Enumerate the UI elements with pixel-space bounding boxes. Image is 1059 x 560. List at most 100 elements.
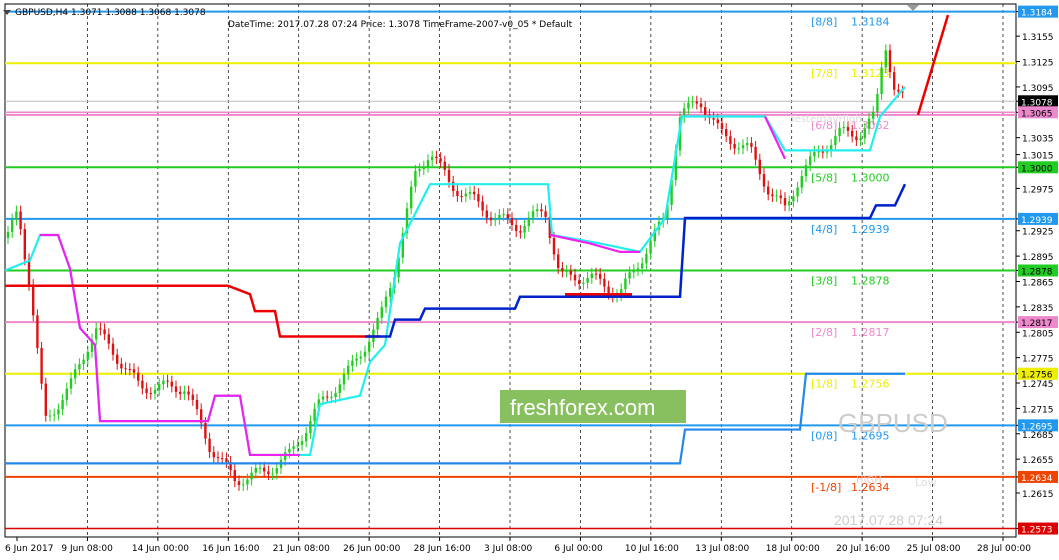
candle-body bbox=[863, 128, 866, 139]
candle-body bbox=[242, 484, 245, 486]
candle-body bbox=[746, 142, 749, 146]
candle-body bbox=[804, 165, 808, 177]
candle-body bbox=[800, 176, 803, 188]
candle-body bbox=[582, 282, 585, 284]
candle-body bbox=[254, 467, 257, 473]
candle-body bbox=[296, 444, 299, 447]
blue-indicator-line bbox=[365, 183, 907, 338]
low-label: Low bbox=[915, 476, 937, 489]
candle-body bbox=[149, 393, 152, 395]
candle-body bbox=[447, 169, 451, 182]
x-tick-label: 28 Jul 00:00 bbox=[977, 544, 1031, 554]
candle-body bbox=[624, 278, 627, 290]
murrey-levels: [8/8] 1.3184[7/8] 1.3123[6/8] 1.3062[5/8] 1.… bbox=[5, 10, 1016, 530]
candle-body bbox=[725, 129, 728, 137]
candle-body bbox=[737, 148, 740, 150]
candle-body bbox=[859, 138, 862, 141]
candle-body bbox=[426, 160, 430, 167]
candle-body bbox=[195, 399, 199, 410]
candle-body bbox=[498, 214, 501, 219]
price-chart[interactable]: [8/8] 1.3184[7/8] 1.3123[6/8] 1.3062[5/8] 1.… bbox=[0, 0, 1059, 560]
candle-body bbox=[221, 458, 224, 460]
candle-body bbox=[464, 193, 467, 197]
y-tick-label: 1.3035 bbox=[1022, 135, 1054, 145]
candle-body bbox=[762, 174, 766, 187]
candle-body bbox=[422, 166, 425, 170]
candle-body bbox=[410, 186, 413, 209]
murrey-level-name: [8/8] bbox=[811, 16, 837, 29]
candle-body bbox=[414, 170, 417, 187]
candle-body bbox=[162, 380, 165, 385]
candle-body bbox=[867, 118, 871, 129]
candle-body bbox=[166, 380, 169, 382]
murrey-level-value: 1.2939 bbox=[851, 223, 890, 236]
candle-body bbox=[44, 383, 47, 416]
candle-body bbox=[607, 286, 610, 294]
red-indicator-line bbox=[5, 284, 380, 338]
candle-body bbox=[233, 470, 236, 482]
candle-body bbox=[641, 263, 644, 269]
x-tick-label: 28 Jun 16:00 bbox=[414, 544, 471, 554]
candle-body bbox=[191, 394, 194, 400]
candle-body bbox=[384, 296, 388, 308]
x-tick-label: 9 Jun 08:00 bbox=[61, 544, 113, 554]
candle-body bbox=[838, 127, 841, 137]
magenta-indicator-line-3 bbox=[764, 116, 786, 160]
murrey-level-name: [1/8] bbox=[811, 378, 837, 391]
candle-body bbox=[649, 241, 652, 254]
candle-body bbox=[569, 270, 572, 275]
x-tick-label: 10 Jul 16:00 bbox=[625, 544, 679, 554]
candle-body bbox=[544, 211, 547, 217]
y-tick-label: 1.2655 bbox=[1022, 456, 1054, 466]
candle-body bbox=[288, 448, 291, 453]
candle-body bbox=[250, 472, 253, 480]
candle-body bbox=[355, 358, 358, 361]
price-axis: 1.31841.31551.31251.30951.30781.30651.30… bbox=[1016, 5, 1058, 536]
candle-body bbox=[494, 218, 497, 221]
x-tick-label: 20 Jul 16:00 bbox=[836, 544, 890, 554]
candle-body bbox=[645, 253, 648, 264]
y-tick-label: 1.2745 bbox=[1022, 380, 1054, 390]
y-tick-label: 1.2615 bbox=[1022, 490, 1054, 500]
candle-body bbox=[489, 217, 493, 221]
candle-body bbox=[431, 156, 434, 161]
candle-body bbox=[103, 329, 106, 335]
candle-body bbox=[216, 457, 220, 459]
murrey-level-name: [3/8] bbox=[811, 275, 837, 288]
candle-body bbox=[775, 195, 778, 197]
symbol-watermark: GBPUSD bbox=[838, 408, 948, 438]
candle-body bbox=[704, 107, 707, 115]
price-tag-label: 1.2817 bbox=[1021, 319, 1053, 329]
candle-body bbox=[53, 414, 56, 416]
candle-body bbox=[141, 380, 144, 389]
yesterday-high-label: YesterdayHigh bbox=[789, 114, 862, 125]
candle-body bbox=[305, 433, 308, 442]
candle-body bbox=[6, 231, 10, 238]
candle-body bbox=[716, 119, 719, 124]
y-tick-label: 1.2835 bbox=[1022, 304, 1054, 314]
candle-body bbox=[124, 368, 127, 370]
y-tick-label: 1.2685 bbox=[1022, 431, 1054, 441]
candle-body bbox=[477, 194, 480, 202]
candle-body bbox=[69, 378, 73, 389]
candle-body bbox=[536, 209, 539, 212]
candle-body bbox=[586, 277, 589, 283]
y-tick-label: 1.2925 bbox=[1022, 228, 1054, 238]
shift-marker-icon[interactable] bbox=[907, 5, 919, 11]
candle-body bbox=[120, 363, 123, 369]
candle-body bbox=[561, 267, 564, 272]
candle-body bbox=[342, 374, 346, 385]
candle-body bbox=[225, 458, 228, 462]
candle-body bbox=[599, 273, 602, 279]
candle-body bbox=[174, 386, 178, 392]
price-tag-label: 1.3184 bbox=[1021, 9, 1053, 19]
candle-body bbox=[32, 284, 35, 316]
candle-body bbox=[456, 190, 459, 196]
candle-body bbox=[212, 452, 215, 458]
candle-body bbox=[687, 102, 690, 109]
candle-body bbox=[817, 151, 820, 153]
candle-body bbox=[578, 280, 581, 284]
candle-body bbox=[754, 146, 757, 160]
x-tick-label: 18 Jul 00:00 bbox=[766, 544, 820, 554]
time-axis: 6 Jun 2017 9 Jun 08:00 14 Jun 00:00 16 Jun … bbox=[5, 537, 1031, 554]
